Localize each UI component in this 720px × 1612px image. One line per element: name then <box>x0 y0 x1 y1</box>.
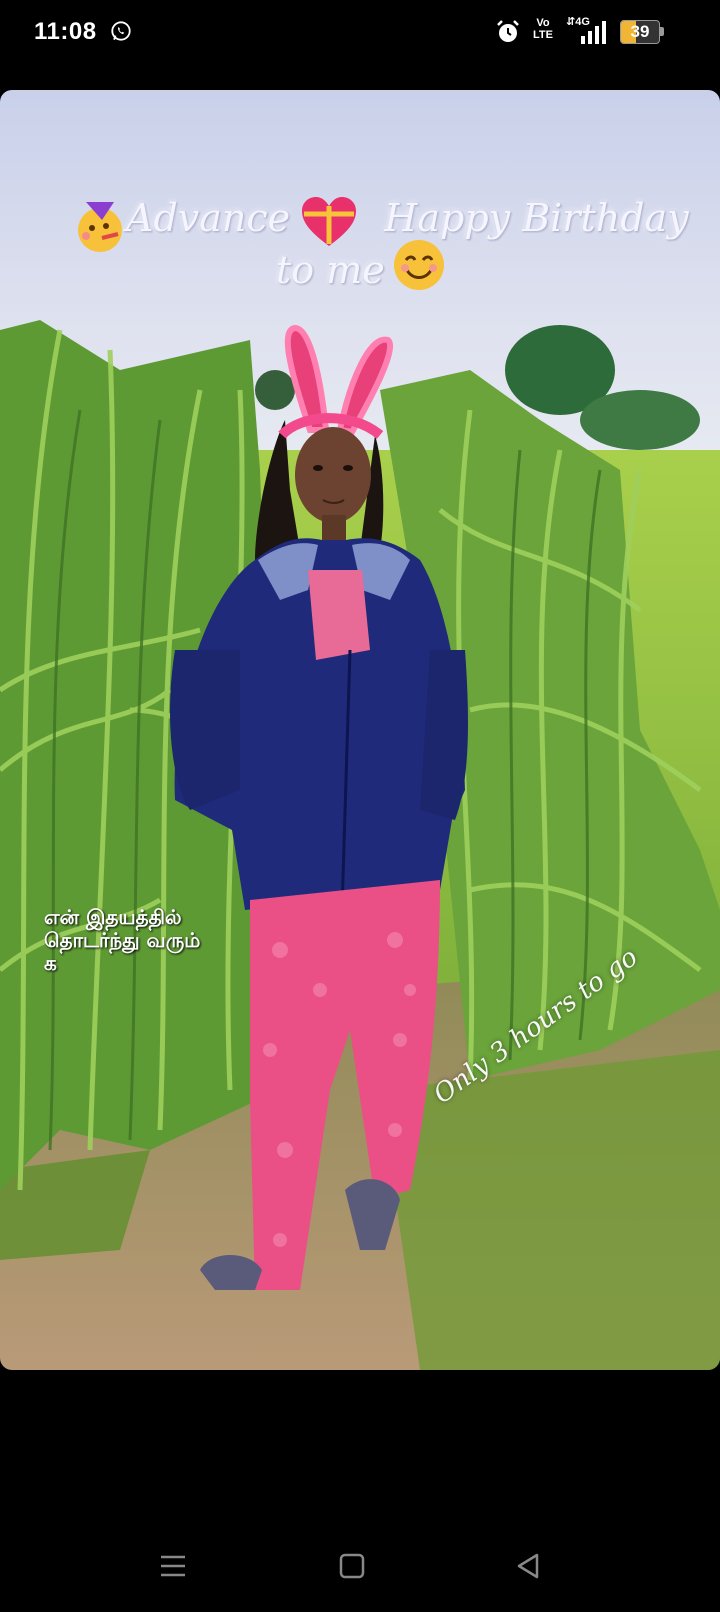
tamil-caption: என் இதயத்தில் தொடர்ந்து வரும் க <box>44 905 201 975</box>
caption-line-1: Advance Happy Birthday <box>126 196 689 240</box>
back-triangle-icon[interactable] <box>510 1548 546 1584</box>
home-square-icon[interactable] <box>334 1548 370 1584</box>
caption-line-2: to me <box>276 248 385 292</box>
status-time: 11:08 <box>34 18 97 45</box>
volte-indicator: Vo LTE <box>533 17 553 41</box>
menu-icon[interactable] <box>155 1548 191 1584</box>
battery-indicator: 39 <box>620 20 664 44</box>
signal-bars-icon <box>581 21 606 44</box>
alarm-icon <box>497 20 519 42</box>
smiling-face-emoji-icon <box>394 240 444 290</box>
status-bar: 11:08 Vo LTE ⇵4G 39 <box>0 0 720 64</box>
heart-gift-emoji-icon <box>302 197 356 246</box>
whatsapp-icon <box>111 21 131 41</box>
navigation-bar <box>0 1520 720 1612</box>
battery-level: 39 <box>630 22 650 41</box>
